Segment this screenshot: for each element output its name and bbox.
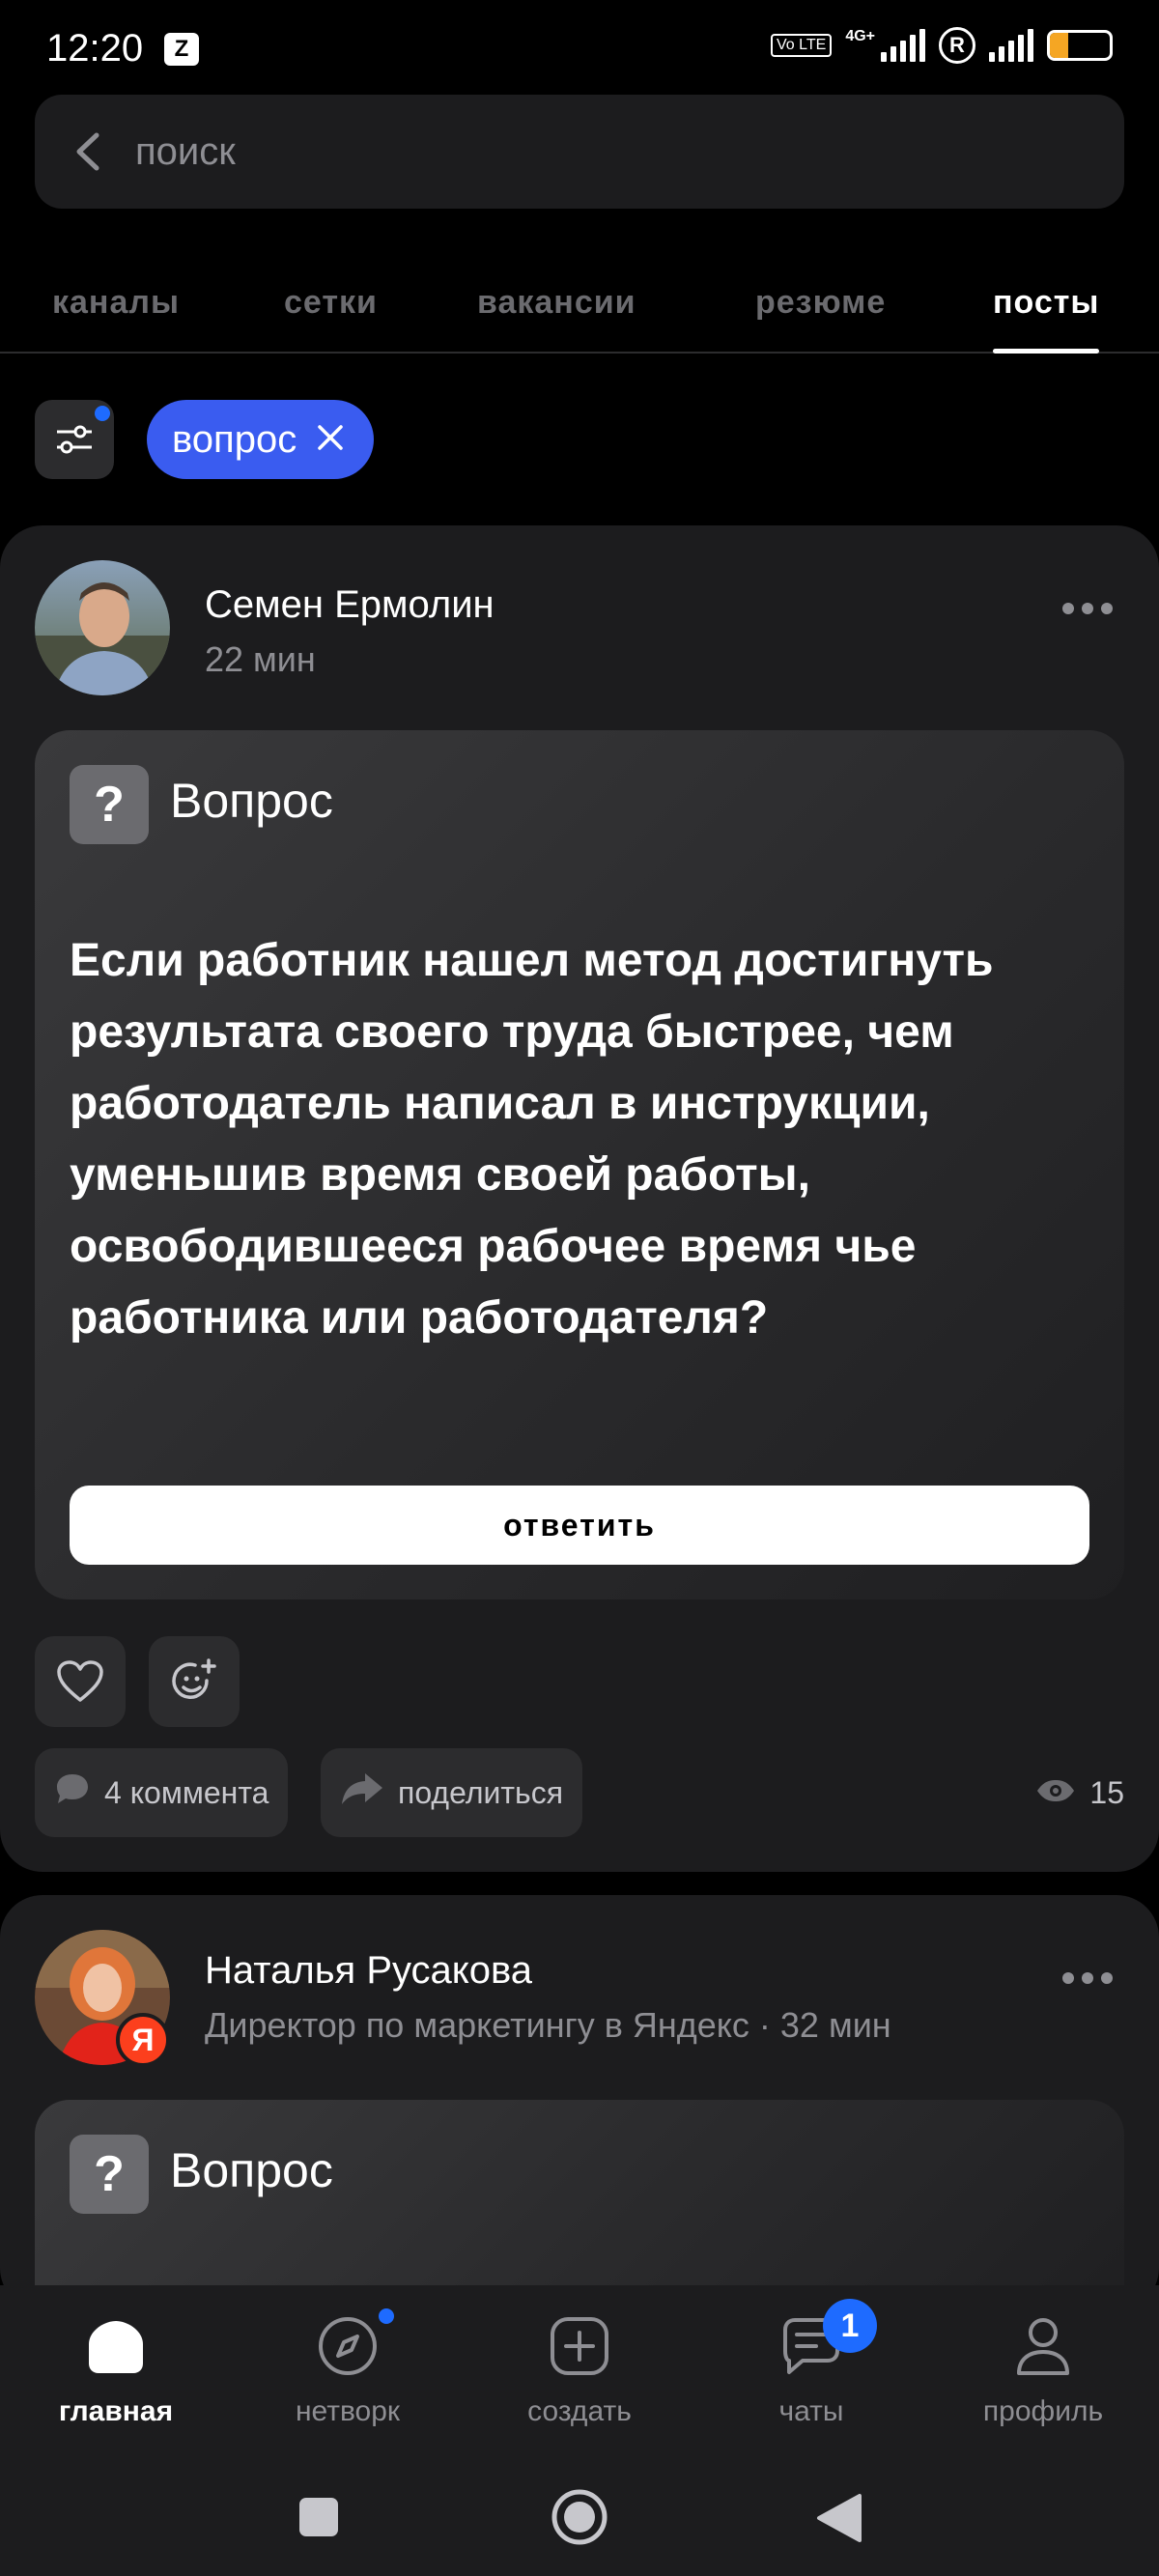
bottom-navigation: главная нетворк создать 1 чаты профиль	[0, 2285, 1159, 2459]
plus-square-icon	[483, 2305, 676, 2388]
mobile-signal-icon: 4G+	[845, 29, 925, 62]
app-notification-icon: Z	[164, 33, 199, 66]
back-arrow-icon[interactable]	[70, 129, 108, 179]
post-author[interactable]: Семен Ермолин	[205, 583, 495, 627]
profile-icon	[947, 2305, 1140, 2388]
question-text: Если работник нашел метод достигнуть рез…	[70, 935, 994, 1344]
nav-create[interactable]: создать	[483, 2305, 676, 2428]
filter-settings-button[interactable]	[35, 400, 114, 479]
signal-icon	[989, 29, 1033, 62]
share-button[interactable]: поделиться	[321, 1748, 583, 1837]
home-system-icon[interactable]	[551, 2488, 608, 2551]
emoji-add-icon	[170, 1657, 218, 1711]
tab-grids[interactable]: сетки	[284, 284, 378, 354]
tab-channels[interactable]: каналы	[52, 284, 180, 354]
nav-label: главная	[58, 2395, 174, 2427]
comments-count: 4 коммента	[104, 1774, 269, 1810]
more-options-icon[interactable]	[1062, 1972, 1113, 1984]
nav-chats[interactable]: 1 чаты	[715, 2299, 908, 2428]
eye-icon	[1035, 1775, 1076, 1811]
comment-bubble-icon	[54, 1771, 91, 1814]
post-type-label: Вопрос	[170, 774, 333, 828]
filter-chip-label: вопрос	[172, 417, 297, 461]
nav-home[interactable]: главная	[19, 2305, 212, 2428]
views-count: 15	[1089, 1775, 1124, 1810]
answer-button[interactable]: ответить	[70, 1486, 1089, 1565]
tab-vacancies[interactable]: вакансии	[477, 284, 636, 354]
share-arrow-icon	[340, 1771, 384, 1814]
category-tabs: каналы сетки вакансии резюме посты	[0, 270, 1159, 354]
avatar[interactable]	[35, 560, 170, 695]
nav-label: создать	[527, 2395, 632, 2427]
chat-icon: 1	[715, 2299, 908, 2388]
post-card: Я Наталья Русакова Директор по маркетинг…	[0, 1895, 1159, 2332]
tab-resumes[interactable]: резюме	[755, 284, 886, 354]
filter-active-indicator	[95, 406, 110, 421]
nav-label: профиль	[982, 2395, 1104, 2427]
compass-icon	[251, 2305, 444, 2388]
post-time: 22 мин	[205, 639, 316, 679]
battery-level: 30	[1067, 33, 1092, 57]
filter-chip-question[interactable]: вопрос	[147, 400, 375, 479]
like-button[interactable]	[35, 1636, 126, 1727]
unread-badge: 1	[823, 2299, 877, 2353]
search-input[interactable]	[135, 118, 1004, 185]
post-meta: Директор по маркетингу в Яндекс · 32 мин	[205, 2005, 891, 2045]
roaming-icon: R	[939, 27, 975, 64]
recent-apps-icon[interactable]	[297, 2496, 340, 2543]
system-navigation-bar	[0, 2459, 1159, 2576]
post-card: Семен Ермолин 22 мин ? Вопрос Если работ…	[0, 525, 1159, 1872]
post-author[interactable]: Наталья Русакова	[205, 1949, 532, 1993]
battery-icon: 30	[1047, 30, 1113, 61]
tab-posts[interactable]: посты	[993, 284, 1100, 354]
share-label: поделиться	[398, 1774, 564, 1810]
status-bar: 12:20 Z Vo LTE 4G+ R 30	[0, 0, 1159, 97]
heart-icon	[56, 1659, 104, 1709]
back-system-icon[interactable]	[815, 2492, 863, 2549]
close-icon[interactable]	[316, 418, 345, 462]
add-reaction-button[interactable]	[149, 1636, 240, 1727]
question-box: ? Вопрос Если работник нашел метод дости…	[35, 730, 1124, 1599]
nav-profile[interactable]: профиль	[947, 2305, 1140, 2428]
search-bar[interactable]	[35, 95, 1124, 209]
nav-label: нетворк	[295, 2395, 401, 2427]
network-type-label: 4G+	[845, 28, 875, 44]
question-icon: ?	[70, 765, 149, 844]
home-icon	[19, 2305, 212, 2388]
comments-button[interactable]: 4 коммента	[35, 1748, 289, 1837]
views-counter: 15	[1035, 1775, 1124, 1811]
nav-label: чаты	[778, 2395, 844, 2427]
company-badge: Я	[116, 2013, 170, 2067]
post-type-label: Вопрос	[170, 2143, 333, 2197]
status-time: 12:20	[46, 27, 144, 70]
volte-icon: Vo LTE	[771, 34, 833, 57]
nav-network[interactable]: нетворк	[251, 2305, 444, 2428]
question-icon: ?	[70, 2135, 149, 2214]
status-indicators: Vo LTE 4G+ R 30	[771, 27, 1113, 64]
notification-dot	[379, 2308, 394, 2324]
more-options-icon[interactable]	[1062, 603, 1113, 614]
sliders-icon	[55, 422, 94, 462]
